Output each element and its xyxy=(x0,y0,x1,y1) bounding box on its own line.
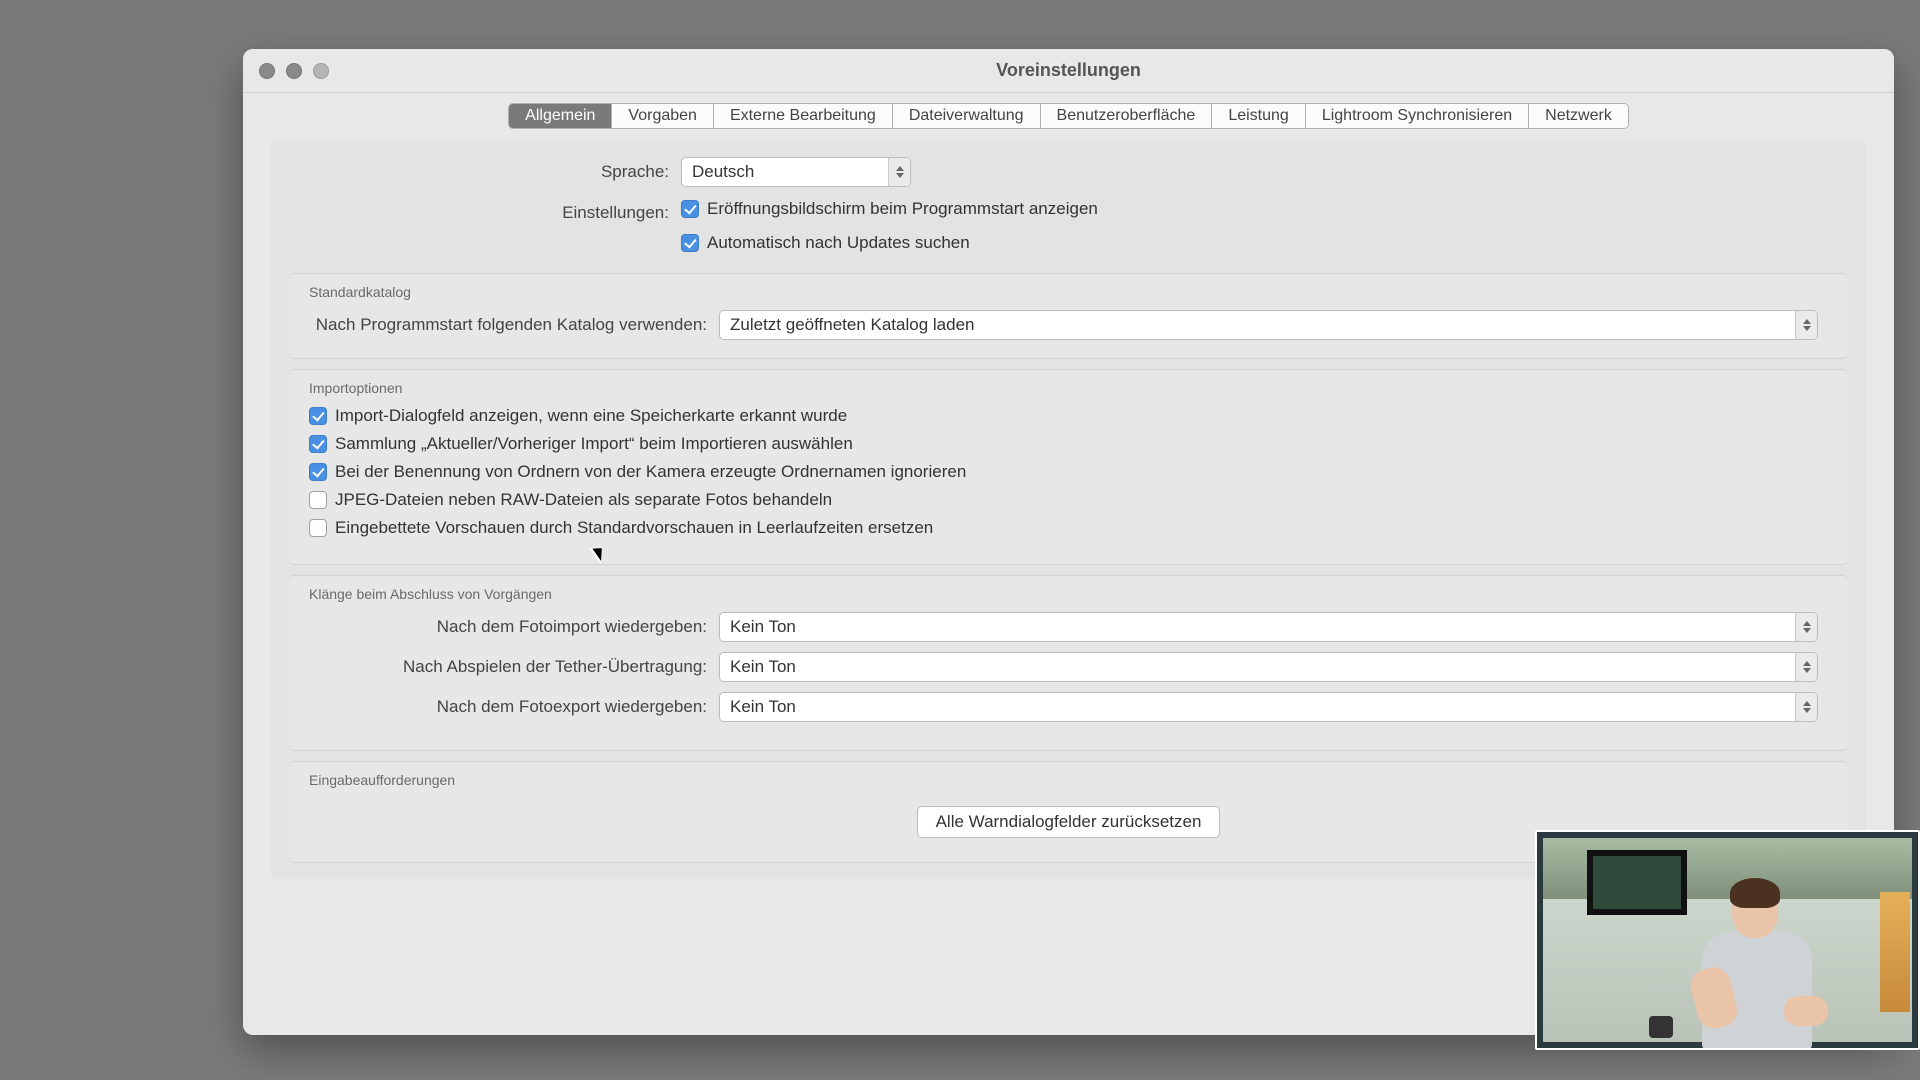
language-select[interactable]: Deutsch xyxy=(681,157,911,187)
reset-warnings-button[interactable]: Alle Warndialogfelder zurücksetzen xyxy=(917,806,1221,838)
sound-value: Kein Ton xyxy=(730,617,796,637)
import-option-label: JPEG-Dateien neben RAW-Dateien als separ… xyxy=(335,490,832,510)
sound-label: Nach dem Fotoimport wiedergeben: xyxy=(309,617,719,637)
stepper-icon xyxy=(1795,311,1817,339)
sound-select[interactable]: Kein Ton xyxy=(719,652,1818,682)
traffic-lights xyxy=(259,63,329,79)
tab-leistung[interactable]: Leistung xyxy=(1212,104,1306,128)
language-label: Sprache: xyxy=(271,162,681,182)
default-catalog-select[interactable]: Zuletzt geöffneten Katalog laden xyxy=(719,310,1818,340)
import-option-checkbox[interactable] xyxy=(309,407,327,425)
tab-lightroom-synchronisieren[interactable]: Lightroom Synchronisieren xyxy=(1306,104,1529,128)
sounds-section: Klänge beim Abschluss von Vorgängen Nach… xyxy=(289,575,1848,751)
stepper-icon xyxy=(1795,653,1817,681)
import-option-checkbox[interactable] xyxy=(309,519,327,537)
import-option-label: Bei der Benennung von Ordnern von der Ka… xyxy=(335,462,966,482)
import-option-row: Bei der Benennung von Ordnern von der Ka… xyxy=(309,462,1828,482)
import-option-row: JPEG-Dateien neben RAW-Dateien als separ… xyxy=(309,490,1828,510)
tab-allgemein[interactable]: Allgemein xyxy=(509,104,612,128)
sounds-title: Klänge beim Abschluss von Vorgängen xyxy=(309,586,1828,602)
prompts-title: Eingabeaufforderungen xyxy=(309,772,1828,788)
import-option-label: Import-Dialogfeld anzeigen, wenn eine Sp… xyxy=(335,406,847,426)
stepper-icon xyxy=(1795,693,1817,721)
tab-dateiverwaltung[interactable]: Dateiverwaltung xyxy=(893,104,1041,128)
default-catalog-label: Nach Programmstart folgenden Katalog ver… xyxy=(309,315,719,335)
auto-updates-checkbox-row: Automatisch nach Updates suchen xyxy=(681,233,970,253)
sound-value: Kein Ton xyxy=(730,657,796,677)
sound-label: Nach Abspielen der Tether-Übertragung: xyxy=(309,657,719,677)
default-catalog-title: Standardkatalog xyxy=(309,284,1828,300)
stepper-icon xyxy=(888,158,910,186)
import-option-row: Import-Dialogfeld anzeigen, wenn eine Sp… xyxy=(309,406,1828,426)
sound-label: Nach dem Fotoexport wiedergeben: xyxy=(309,697,719,717)
import-option-row: Eingebettete Vorschauen durch Standardvo… xyxy=(309,518,1828,538)
show-splash-label: Eröffnungsbildschirm beim Programmstart … xyxy=(707,199,1098,219)
auto-updates-label: Automatisch nach Updates suchen xyxy=(707,233,970,253)
sound-select[interactable]: Kein Ton xyxy=(719,612,1818,642)
import-options-title: Importoptionen xyxy=(309,380,1828,396)
default-catalog-section: Standardkatalog Nach Programmstart folge… xyxy=(289,273,1848,359)
stepper-icon xyxy=(1795,613,1817,641)
tabbar: AllgemeinVorgabenExterne BearbeitungDate… xyxy=(243,93,1894,139)
tab-vorgaben[interactable]: Vorgaben xyxy=(612,104,714,128)
auto-updates-checkbox[interactable] xyxy=(681,234,699,252)
titlebar: Voreinstellungen xyxy=(243,49,1894,93)
window-title: Voreinstellungen xyxy=(243,60,1894,81)
import-option-label: Sammlung „Aktueller/Vorheriger Import“ b… xyxy=(335,434,853,454)
import-option-row: Sammlung „Aktueller/Vorheriger Import“ b… xyxy=(309,434,1828,454)
sound-select[interactable]: Kein Ton xyxy=(719,692,1818,722)
show-splash-checkbox-row: Eröffnungsbildschirm beim Programmstart … xyxy=(681,199,1098,219)
tab-netzwerk[interactable]: Netzwerk xyxy=(1529,104,1628,128)
import-option-checkbox[interactable] xyxy=(309,463,327,481)
import-options-section: Importoptionen Import-Dialogfeld anzeige… xyxy=(289,369,1848,565)
close-button[interactable] xyxy=(259,63,275,79)
show-splash-checkbox[interactable] xyxy=(681,200,699,218)
video-overlay xyxy=(1535,830,1920,1050)
language-value: Deutsch xyxy=(692,162,754,182)
minimize-button[interactable] xyxy=(286,63,302,79)
settings-label: Einstellungen: xyxy=(271,203,681,223)
tab-benutzeroberfläche[interactable]: Benutzeroberfläche xyxy=(1041,104,1213,128)
settings-row-1: Einstellungen: Eröffnungsbildschirm beim… xyxy=(271,199,1866,227)
sound-row: Nach dem Fotoimport wiedergeben: Kein Ton xyxy=(309,612,1828,642)
import-option-checkbox[interactable] xyxy=(309,491,327,509)
sound-row: Nach dem Fotoexport wiedergeben: Kein Ton xyxy=(309,692,1828,722)
default-catalog-value: Zuletzt geöffneten Katalog laden xyxy=(730,315,974,335)
import-option-label: Eingebettete Vorschauen durch Standardvo… xyxy=(335,518,933,538)
import-option-checkbox[interactable] xyxy=(309,435,327,453)
language-row: Sprache: Deutsch xyxy=(271,157,1866,187)
settings-row-2: Automatisch nach Updates suchen xyxy=(271,233,1866,261)
panel: Sprache: Deutsch Einstellungen: Eröffnun… xyxy=(271,139,1866,879)
maximize-button[interactable] xyxy=(313,63,329,79)
sound-value: Kein Ton xyxy=(730,697,796,717)
sound-row: Nach Abspielen der Tether-Übertragung: Ke… xyxy=(309,652,1828,682)
tab-externe-bearbeitung[interactable]: Externe Bearbeitung xyxy=(714,104,893,128)
